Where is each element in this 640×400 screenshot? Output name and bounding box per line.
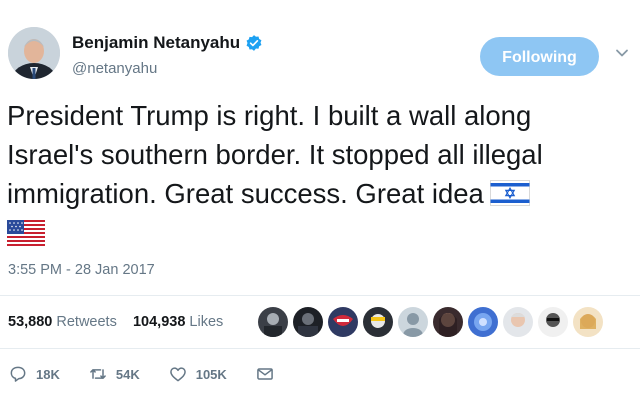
retweets-stat[interactable]: 53,880 Retweets [8, 314, 117, 330]
user-name[interactable]: Benjamin Netanyahu [72, 33, 240, 53]
likes-stat[interactable]: 104,938 Likes [133, 314, 223, 330]
tweet-actions: 18K 54K 105K [8, 364, 303, 384]
reply-count: 18K [36, 366, 60, 382]
like-button[interactable]: 105K [168, 364, 227, 384]
engagement-stats: 53,880 Retweets 104,938 Likes [8, 314, 223, 330]
liker-avatar[interactable] [537, 306, 569, 338]
envelope-icon [256, 368, 273, 380]
liker-avatar[interactable] [257, 306, 289, 338]
default-avatar[interactable] [397, 306, 429, 338]
retweet-count: 54K [115, 366, 140, 382]
heart-icon [169, 367, 186, 382]
israel-flag-icon [489, 180, 530, 206]
liker-avatar[interactable] [502, 306, 534, 338]
user-name-row[interactable]: Benjamin Netanyahu [72, 33, 263, 53]
likes-count: 104,938 [132, 314, 186, 330]
tweet-emoji-line [7, 213, 632, 252]
reply-button[interactable]: 18K [8, 364, 60, 384]
direct-message-button[interactable] [255, 364, 275, 384]
liker-avatar[interactable] [432, 306, 464, 338]
tweet-line-with-emoji: immigration. Great success. Great idea [7, 174, 632, 213]
like-count: 105K [195, 366, 227, 382]
verified-badge-icon [246, 35, 262, 51]
liker-avatar[interactable] [327, 306, 359, 338]
divider [0, 295, 640, 296]
tweet-line: President Trump is right. I built a wall… [7, 100, 532, 131]
liker-avatar[interactable] [467, 306, 499, 338]
tweet-text: President Trump is right. I built a wall… [7, 96, 632, 252]
likes-label: Likes [189, 314, 224, 330]
tweet-line: immigration. Great success. Great idea [7, 178, 484, 209]
liker-avatar[interactable] [292, 306, 324, 338]
profile-photo [8, 27, 60, 79]
user-handle[interactable]: @netanyahu [72, 60, 157, 77]
tweet-line: Israel's southern border. It stopped all… [7, 139, 543, 170]
retweet-icon [90, 369, 106, 379]
retweets-label: Retweets [56, 314, 117, 330]
divider [0, 348, 640, 349]
reply-icon [10, 366, 26, 382]
chevron-down-icon[interactable] [615, 46, 629, 60]
liker-avatar[interactable] [572, 306, 604, 338]
retweet-button[interactable]: 54K [88, 364, 140, 384]
retweets-count: 53,880 [8, 314, 53, 330]
liker-avatars [257, 306, 607, 338]
following-button[interactable]: Following [480, 37, 599, 76]
avatar[interactable] [8, 27, 60, 79]
tweet-timestamp[interactable]: 3:55 PM - 28 Jan 2017 [8, 262, 155, 278]
us-flag-icon [7, 220, 45, 246]
liker-avatar[interactable] [362, 306, 394, 338]
